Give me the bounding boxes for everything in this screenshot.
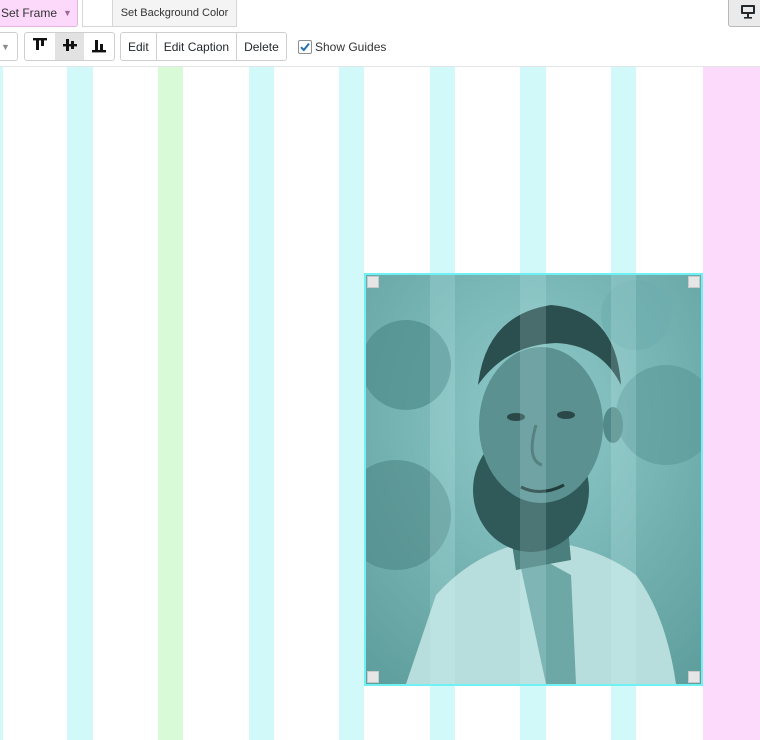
resize-handle-bottom-right[interactable] [688,671,700,683]
grid-guide [0,67,3,740]
background-color-swatch[interactable] [82,0,112,27]
portrait-image[interactable] [364,273,703,686]
block-toolbar: ▼ Edit Edit Caption Delete Show Guides [0,32,760,62]
image-actions-group: Edit Edit Caption Delete [120,32,287,61]
center-guide [158,67,183,740]
set-background-color-button[interactable]: Set Background Color [112,0,237,27]
checkmark-icon [300,42,310,51]
resize-handle-bottom-left[interactable] [367,671,379,683]
layout-canvas[interactable] [0,67,760,740]
margin-guide [703,67,760,740]
align-bottom-icon [90,36,108,57]
grid-guide [249,67,274,740]
set-frame-button[interactable]: Set Frame ▼ [0,0,78,27]
vertical-align-group [24,32,115,61]
delete-button[interactable]: Delete [237,33,286,60]
show-guides-toggle[interactable]: Show Guides [298,32,386,61]
top-toolbar: Set Frame ▼ Set Background Color [0,0,760,28]
desktop-icon [740,4,756,22]
align-top-button[interactable] [25,33,55,60]
show-guides-checkbox[interactable] [298,39,312,54]
chevron-down-icon: ▼ [63,8,72,18]
grid-guide [339,67,364,740]
more-options-dropdown[interactable]: ▼ [0,32,18,61]
device-preview-button[interactable] [728,0,760,27]
show-guides-label: Show Guides [315,39,387,54]
edit-caption-button[interactable]: Edit Caption [156,33,238,60]
grid-guide [67,67,93,740]
align-bottom-button[interactable] [84,33,114,60]
resize-handle-top-right[interactable] [688,276,700,288]
align-top-icon [31,36,49,57]
set-frame-label: Set Frame [1,6,58,20]
align-middle-button[interactable] [54,33,85,60]
chevron-down-icon: ▼ [1,41,10,52]
align-middle-icon [61,36,79,57]
edit-button[interactable]: Edit [121,33,157,60]
resize-handle-top-left[interactable] [367,276,379,288]
